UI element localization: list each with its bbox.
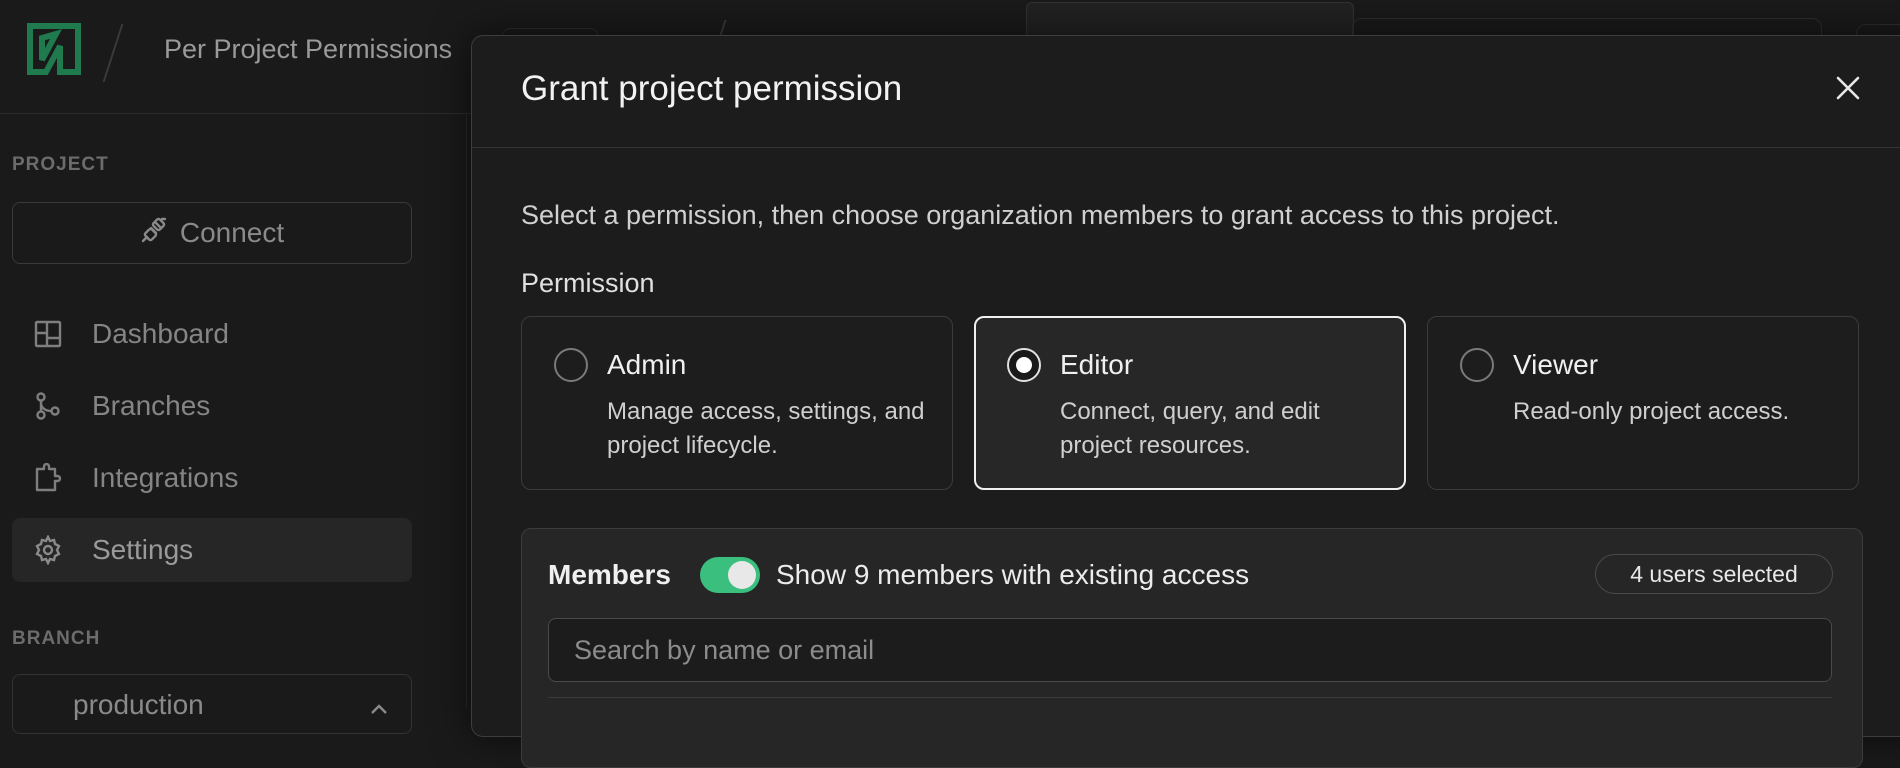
connect-label: Connect [179,217,285,248]
sidebar-item-branches[interactable]: Branches [12,374,412,438]
sidebar-section-branch: BRANCH [12,628,101,649]
sidebar-item-label: Branches [92,390,211,421]
grant-permission-dialog: Grant project permission Select a permis… [471,35,1900,768]
close-button[interactable] [1828,70,1868,110]
sidebar-item-dashboard[interactable]: Dashboard [12,302,412,366]
members-label: Members [548,559,671,590]
branches-icon [30,388,66,424]
permission-option-title: Editor [1060,349,1134,380]
branch-selector[interactable]: production [12,674,412,734]
member-list [548,697,1832,758]
dialog-title: Grant project permission [521,69,903,108]
plug-icon [140,216,168,251]
sidebar-item-settings[interactable]: Settings [12,518,412,582]
toggle-knob [728,561,756,589]
connect-button[interactable]: Connect [12,202,412,264]
permission-option-description: Read-only project access. [1513,398,1790,425]
sidebar: PROJECT Connect Dashboard Branches Integ… [0,114,467,734]
integrations-icon [30,460,66,496]
permission-option-admin[interactable]: Admin Manage access, settings, and proje… [521,316,953,490]
dialog-header: Grant project permission [472,36,1900,148]
show-existing-members-label[interactable]: Show 9 members with existing access [776,559,1249,591]
gear-icon [30,532,66,568]
app-logo-icon[interactable] [26,22,82,76]
member-search-input[interactable] [548,618,1832,682]
sidebar-item-label: Integrations [92,462,239,493]
sidebar-item-integrations[interactable]: Integrations [12,446,412,510]
permission-option-description: Connect, query, and edit project resourc… [1060,398,1320,459]
dashboard-icon [30,316,66,352]
editor-radio[interactable] [1007,348,1041,382]
permission-option-description: Manage access, settings, and project lif… [607,398,925,459]
breadcrumb-project-name[interactable]: Per Project Permissions [164,34,452,65]
chevron-up-icon [369,691,389,723]
members-panel: Members Show 9 members with existing acc… [521,528,1863,768]
sidebar-item-label: Settings [92,534,194,565]
sidebar-section-project: PROJECT [12,154,109,175]
permission-label: Permission [521,268,655,298]
sidebar-item-label: Dashboard [92,318,229,349]
selected-users-badge: 4 users selected [1595,554,1833,594]
viewer-radio[interactable] [1460,348,1494,382]
permission-option-editor[interactable]: Editor Connect, query, and edit project … [974,316,1406,490]
permission-option-title: Viewer [1513,349,1599,380]
permission-option-title: Admin [607,349,687,380]
branch-name: production [73,689,204,720]
permission-option-viewer[interactable]: Viewer Read-only project access. [1427,316,1859,490]
admin-radio[interactable] [554,348,588,382]
show-existing-members-toggle[interactable] [700,557,760,593]
close-icon [1835,75,1861,106]
breadcrumb-separator [102,24,124,82]
dialog-description: Select a permission, then choose organiz… [521,200,1560,230]
